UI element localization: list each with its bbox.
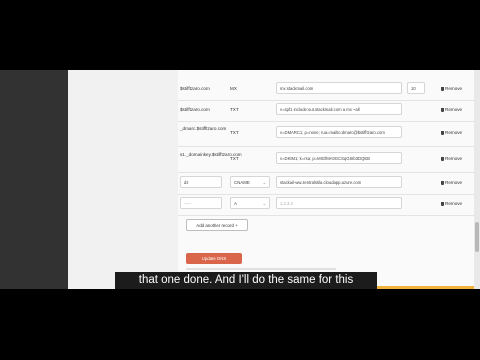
record-priority-input[interactable]: 10 bbox=[407, 82, 425, 94]
record-value-input[interactable]: v=spf1 include:out.stackmail.com a mx ~a… bbox=[276, 103, 402, 115]
trash-icon bbox=[441, 86, 444, 91]
trash-icon bbox=[441, 107, 444, 112]
remove-label: Remove bbox=[445, 156, 463, 161]
remove-record-button[interactable]: Remove bbox=[441, 180, 462, 185]
remove-label: Remove bbox=[445, 180, 463, 185]
dns-record-row: dz CNAME ⌄ stackail-ww.zentralstila.cloud… bbox=[178, 172, 474, 195]
chevron-down-icon: ⌄ bbox=[262, 201, 266, 206]
page-gutter bbox=[68, 70, 178, 289]
record-type: TXT bbox=[230, 130, 239, 135]
record-type: TXT bbox=[230, 107, 239, 112]
record-host: _dmarc.$stifftzaro.com bbox=[180, 126, 227, 131]
remove-record-button[interactable]: Remove bbox=[441, 107, 462, 112]
update-dns-button[interactable]: Update DNS bbox=[186, 253, 242, 264]
trash-icon bbox=[441, 156, 444, 161]
add-record-button[interactable]: Add another record + bbox=[186, 219, 248, 231]
record-type-select[interactable]: A ⌄ bbox=[230, 197, 270, 209]
record-host: s1._domainkey.$stifftzaro.com bbox=[180, 152, 242, 157]
dns-record-row: $stifftzaro.com MX mx.stackmail.com 10 R… bbox=[178, 78, 474, 101]
record-host-input[interactable]: ----- bbox=[180, 197, 222, 209]
record-value-input[interactable]: v=DMARC1; p=none; rua=mailto:dmarc@$stif… bbox=[276, 126, 402, 138]
scrollbar-thumb[interactable] bbox=[475, 222, 479, 252]
record-value-input[interactable]: 1.2.3.4 bbox=[276, 197, 402, 209]
page-scrollbar[interactable] bbox=[474, 70, 480, 289]
dns-record-row: $stifftzaro.com TXT v=spf1 include:out.s… bbox=[178, 99, 474, 122]
record-type-value: CNAME bbox=[234, 180, 250, 185]
remove-label: Remove bbox=[445, 201, 463, 206]
dns-record-row: s1._domainkey.$stifftzaro.com TXT v=DKIM… bbox=[178, 146, 474, 173]
remove-record-button[interactable]: Remove bbox=[441, 156, 462, 161]
record-type-select[interactable]: CNAME ⌄ bbox=[230, 176, 270, 188]
remove-label: Remove bbox=[445, 86, 463, 91]
record-type: MX bbox=[230, 86, 237, 91]
video-subtitle: that one done. And I'll do the same for … bbox=[115, 272, 377, 289]
record-value-input[interactable]: mx.stackmail.com bbox=[276, 82, 402, 94]
record-type-value: A bbox=[234, 201, 237, 206]
remove-label: Remove bbox=[445, 107, 463, 112]
record-type: TXT bbox=[230, 156, 239, 161]
plus-icon: + bbox=[235, 223, 238, 228]
record-host: $stifftzaro.com bbox=[180, 86, 210, 91]
record-host: $stifftzaro.com bbox=[180, 107, 210, 112]
record-host-input[interactable]: dz bbox=[180, 176, 222, 188]
trash-icon bbox=[441, 130, 444, 135]
dns-record-row: ----- A ⌄ 1.2.3.4 Remove bbox=[178, 193, 474, 216]
add-record-label: Add another record bbox=[196, 223, 234, 228]
app-sidebar bbox=[0, 70, 68, 289]
footer-note bbox=[186, 268, 336, 270]
record-value-input[interactable]: stackail-ww.zentralstila.cloudapp.azure.… bbox=[276, 176, 402, 188]
chevron-down-icon: ⌄ bbox=[262, 180, 266, 185]
remove-record-button[interactable]: Remove bbox=[441, 86, 462, 91]
trash-icon bbox=[441, 201, 444, 206]
record-value-input[interactable]: v=DKIM1; k=rsa; p=MIGfMA0GCSqGSIb3DQEB bbox=[276, 152, 402, 164]
trash-icon bbox=[441, 180, 444, 185]
remove-record-button[interactable]: Remove bbox=[441, 130, 462, 135]
dns-record-row: _dmarc.$stifftzaro.com TXT v=DMARC1; p=n… bbox=[178, 120, 474, 147]
accent-bar bbox=[377, 286, 474, 289]
remove-record-button[interactable]: Remove bbox=[441, 201, 462, 206]
remove-label: Remove bbox=[445, 130, 463, 135]
